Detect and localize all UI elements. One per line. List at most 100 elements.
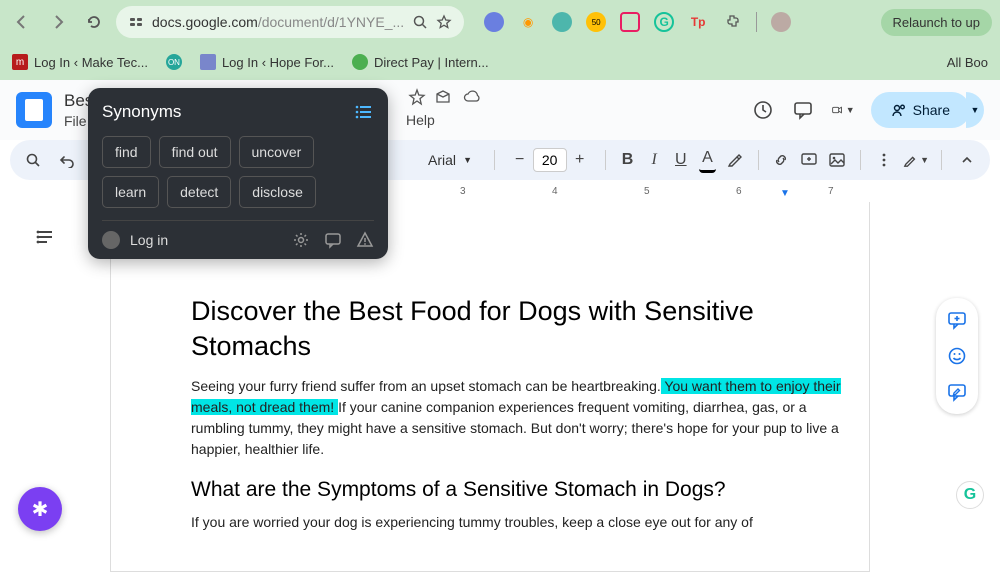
- popup-footer: Log in: [102, 220, 374, 249]
- meet-icon[interactable]: ▼: [831, 98, 855, 122]
- move-doc-icon[interactable]: [434, 88, 452, 106]
- outline-toggle[interactable]: [30, 222, 60, 252]
- comment-icon[interactable]: [791, 98, 815, 122]
- search-menus-icon[interactable]: [20, 147, 46, 173]
- synonyms-popup: Synonyms find find out uncover learn det…: [88, 88, 388, 259]
- link-icon[interactable]: [772, 147, 790, 173]
- font-size-increase[interactable]: +: [569, 149, 591, 171]
- doc-heading-1[interactable]: Discover the Best Food for Dogs with Sen…: [191, 294, 849, 364]
- reload-button[interactable]: [80, 8, 108, 36]
- separator: [756, 12, 757, 32]
- doc-heading-2[interactable]: What are the Symptoms of a Sensitive Sto…: [191, 478, 849, 502]
- share-button[interactable]: Share: [871, 92, 970, 128]
- ext-icon-2[interactable]: ◉: [518, 12, 538, 32]
- bookmark-label: Log In ‹ Make Tec...: [34, 55, 148, 70]
- popup-list-icon[interactable]: [354, 102, 374, 122]
- docs-logo[interactable]: [16, 92, 52, 128]
- ruler-mark: 7: [828, 186, 834, 197]
- underline-icon[interactable]: U: [673, 147, 690, 173]
- ruler-mark: 5: [644, 186, 650, 197]
- ruler-mark: 3: [460, 186, 466, 197]
- undo-icon[interactable]: [54, 147, 80, 173]
- add-comment-icon[interactable]: [800, 147, 818, 173]
- para-text: Seeing your furry friend suffer from an …: [191, 378, 661, 394]
- suggest-edit-side[interactable]: [940, 374, 974, 410]
- share-dropdown[interactable]: ▼: [966, 92, 984, 128]
- synonym-detect[interactable]: detect: [167, 176, 231, 208]
- back-button[interactable]: [8, 8, 36, 36]
- emoji-reaction-side[interactable]: [940, 338, 974, 374]
- ruler-mark: 6: [736, 186, 742, 197]
- warning-icon[interactable]: [356, 231, 374, 249]
- browser-chrome: docs.google.com/document/d/1YNYE_... ◉ 5…: [0, 0, 1000, 44]
- text-color-icon[interactable]: A: [699, 147, 716, 173]
- star-doc-icon[interactable]: [408, 88, 426, 106]
- ext-icon-7[interactable]: Tp: [688, 12, 708, 32]
- bookmark-icon-2: [200, 54, 216, 70]
- bookmark-3[interactable]: Direct Pay | Intern...: [352, 54, 489, 70]
- address-bar[interactable]: docs.google.com/document/d/1YNYE_...: [116, 6, 464, 38]
- relaunch-button[interactable]: Relaunch to up: [881, 9, 992, 36]
- menu-help[interactable]: Help: [406, 112, 435, 128]
- bookmark-icon-on: ON: [166, 54, 182, 70]
- bookmarks-bar: m Log In ‹ Make Tec... ON Log In ‹ Hope …: [0, 44, 1000, 80]
- bookmark-label: Direct Pay | Intern...: [374, 55, 489, 70]
- share-label: Share: [913, 102, 950, 118]
- extensions-menu-icon[interactable]: [722, 12, 742, 32]
- bold-icon[interactable]: B: [619, 147, 636, 173]
- bookmark-on[interactable]: ON: [166, 54, 182, 70]
- editing-mode-icon[interactable]: ▼: [903, 147, 929, 173]
- settings-icon[interactable]: [292, 231, 310, 249]
- font-selector[interactable]: Arial ▼: [420, 148, 480, 172]
- synonym-find[interactable]: find: [102, 136, 151, 168]
- login-link[interactable]: Log in: [130, 232, 168, 248]
- ext-icon-4[interactable]: 50: [586, 12, 606, 32]
- bookmark-icon-3: [352, 54, 368, 70]
- site-settings-icon[interactable]: [128, 14, 144, 30]
- assistant-fab[interactable]: ✱: [18, 487, 62, 531]
- add-comment-side[interactable]: [940, 302, 974, 338]
- popup-title: Synonyms: [102, 102, 181, 122]
- synonym-learn[interactable]: learn: [102, 176, 159, 208]
- chat-icon[interactable]: [324, 231, 342, 249]
- font-size-input[interactable]: [533, 148, 567, 172]
- doc-paragraph-2[interactable]: If you are worried your dog is experienc…: [191, 512, 849, 533]
- right-indent-marker[interactable]: ▼: [780, 188, 790, 199]
- synonym-find-out[interactable]: find out: [159, 136, 231, 168]
- italic-icon[interactable]: I: [646, 147, 663, 173]
- ext-icon-1[interactable]: [484, 12, 504, 32]
- insert-image-icon[interactable]: [828, 147, 846, 173]
- font-size-decrease[interactable]: −: [509, 149, 531, 171]
- grammarly-badge[interactable]: G: [956, 481, 984, 509]
- url-text: docs.google.com/document/d/1YNYE_...: [152, 14, 404, 30]
- synonym-uncover[interactable]: uncover: [239, 136, 315, 168]
- extension-icons: ◉ 50 G Tp: [484, 12, 791, 32]
- font-name-label: Arial: [428, 152, 456, 168]
- outline-icon: [30, 222, 60, 252]
- doc-paragraph-1[interactable]: Seeing your furry friend suffer from an …: [191, 376, 849, 460]
- synonym-chips: find find out uncover learn detect discl…: [102, 136, 374, 208]
- bookmark-1[interactable]: m Log In ‹ Make Tec...: [12, 54, 148, 70]
- ext-icon-3[interactable]: [552, 12, 572, 32]
- collapse-icon[interactable]: [954, 147, 980, 173]
- forward-button[interactable]: [44, 8, 72, 36]
- history-icon[interactable]: [751, 98, 775, 122]
- synonym-disclose[interactable]: disclose: [239, 176, 316, 208]
- ext-icon-5[interactable]: [620, 12, 640, 32]
- ext-icon-6[interactable]: G: [654, 12, 674, 32]
- ruler-mark: 4: [552, 186, 558, 197]
- zoom-icon[interactable]: [412, 14, 428, 30]
- highlight-icon[interactable]: [726, 147, 744, 173]
- menu-file[interactable]: File: [64, 113, 87, 129]
- star-icon[interactable]: [436, 14, 452, 30]
- cloud-status-icon[interactable]: [462, 88, 482, 106]
- bookmark-label: Log In ‹ Hope For...: [222, 55, 334, 70]
- all-bookmarks[interactable]: All Boo: [947, 55, 988, 70]
- user-avatar-icon: [102, 231, 120, 249]
- font-size-group: − +: [509, 148, 591, 172]
- bookmark-icon-1: m: [12, 54, 28, 70]
- profile-avatar[interactable]: [771, 12, 791, 32]
- side-actions: [936, 298, 978, 414]
- bookmark-2[interactable]: Log In ‹ Hope For...: [200, 54, 334, 70]
- more-icon[interactable]: [875, 147, 893, 173]
